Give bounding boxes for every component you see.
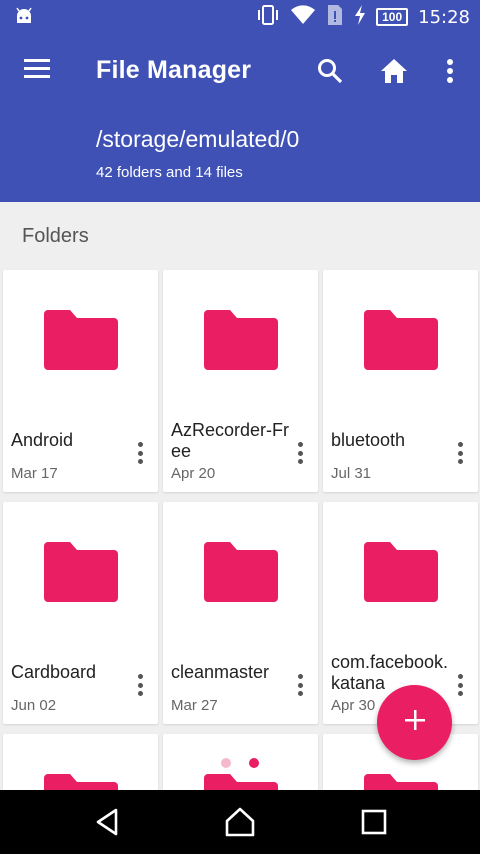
folder-date: Apr 30 — [331, 697, 376, 714]
more-vert-icon[interactable] — [290, 672, 310, 698]
app-bar: File Manager /storage/emulated/0 42 fold… — [0, 34, 480, 202]
folder-icon — [204, 310, 278, 370]
back-icon[interactable] — [92, 806, 124, 838]
loading-indicator — [221, 758, 259, 768]
folder-card[interactable] — [3, 734, 158, 794]
folder-name: Android — [11, 430, 74, 450]
android-icon — [14, 7, 34, 27]
clock: 15:28 — [418, 6, 470, 28]
recents-icon[interactable] — [358, 806, 390, 838]
add-button[interactable] — [377, 685, 452, 760]
folder-date: Jun 02 — [11, 697, 57, 714]
status-bar: 100 15:28 — [0, 0, 480, 34]
folder-name: bluetooth — [331, 430, 406, 450]
charging-icon — [354, 4, 366, 30]
folder-name: cleanmaster — [171, 662, 270, 682]
search-icon[interactable] — [313, 54, 347, 88]
folder-file-count: 42 folders and 14 files — [96, 164, 243, 181]
navigation-bar — [0, 790, 480, 854]
folder-card[interactable]: Android Mar 17 — [3, 270, 158, 492]
vibrate-icon — [256, 4, 280, 31]
folder-card[interactable]: Cardboard Jun 02 — [3, 502, 158, 724]
folder-name: AzRecorder-Free — [171, 420, 290, 461]
more-vert-icon[interactable] — [130, 672, 150, 698]
home-icon[interactable] — [377, 54, 411, 88]
folder-name: com.facebook.katana — [331, 652, 449, 693]
current-path: /storage/emulated/0 — [96, 126, 300, 152]
loading-dot — [221, 758, 231, 768]
folder-icon — [364, 310, 438, 370]
more-vert-icon[interactable] — [450, 440, 470, 466]
plus-icon — [404, 709, 426, 736]
folder-date: Apr 20 — [171, 465, 216, 482]
more-vert-icon[interactable] — [433, 54, 467, 88]
folder-date: Mar 27 — [171, 697, 218, 714]
menu-icon[interactable] — [22, 56, 54, 84]
folder-icon — [44, 542, 118, 602]
folder-icon — [204, 542, 278, 602]
section-label-folders: Folders — [22, 225, 89, 247]
folder-icon — [44, 310, 118, 370]
sim-alert-icon — [326, 3, 344, 32]
home-nav-icon[interactable] — [224, 806, 256, 838]
app-title: File Manager — [96, 56, 252, 84]
more-vert-icon[interactable] — [130, 440, 150, 466]
folder-icon — [364, 542, 438, 602]
folder-date: Mar 17 — [11, 465, 58, 482]
battery-icon: 100 — [376, 8, 409, 26]
more-vert-icon[interactable] — [290, 440, 310, 466]
more-vert-icon[interactable] — [450, 672, 470, 698]
loading-dot — [249, 758, 259, 768]
folder-card[interactable]: bluetooth Jul 31 — [323, 270, 478, 492]
folder-card[interactable]: AzRecorder-Free Apr 20 — [163, 270, 318, 492]
wifi-icon — [290, 4, 316, 31]
folder-date: Jul 31 — [331, 465, 372, 482]
folder-card[interactable]: cleanmaster Mar 27 — [163, 502, 318, 724]
folder-name: Cardboard — [11, 662, 97, 682]
